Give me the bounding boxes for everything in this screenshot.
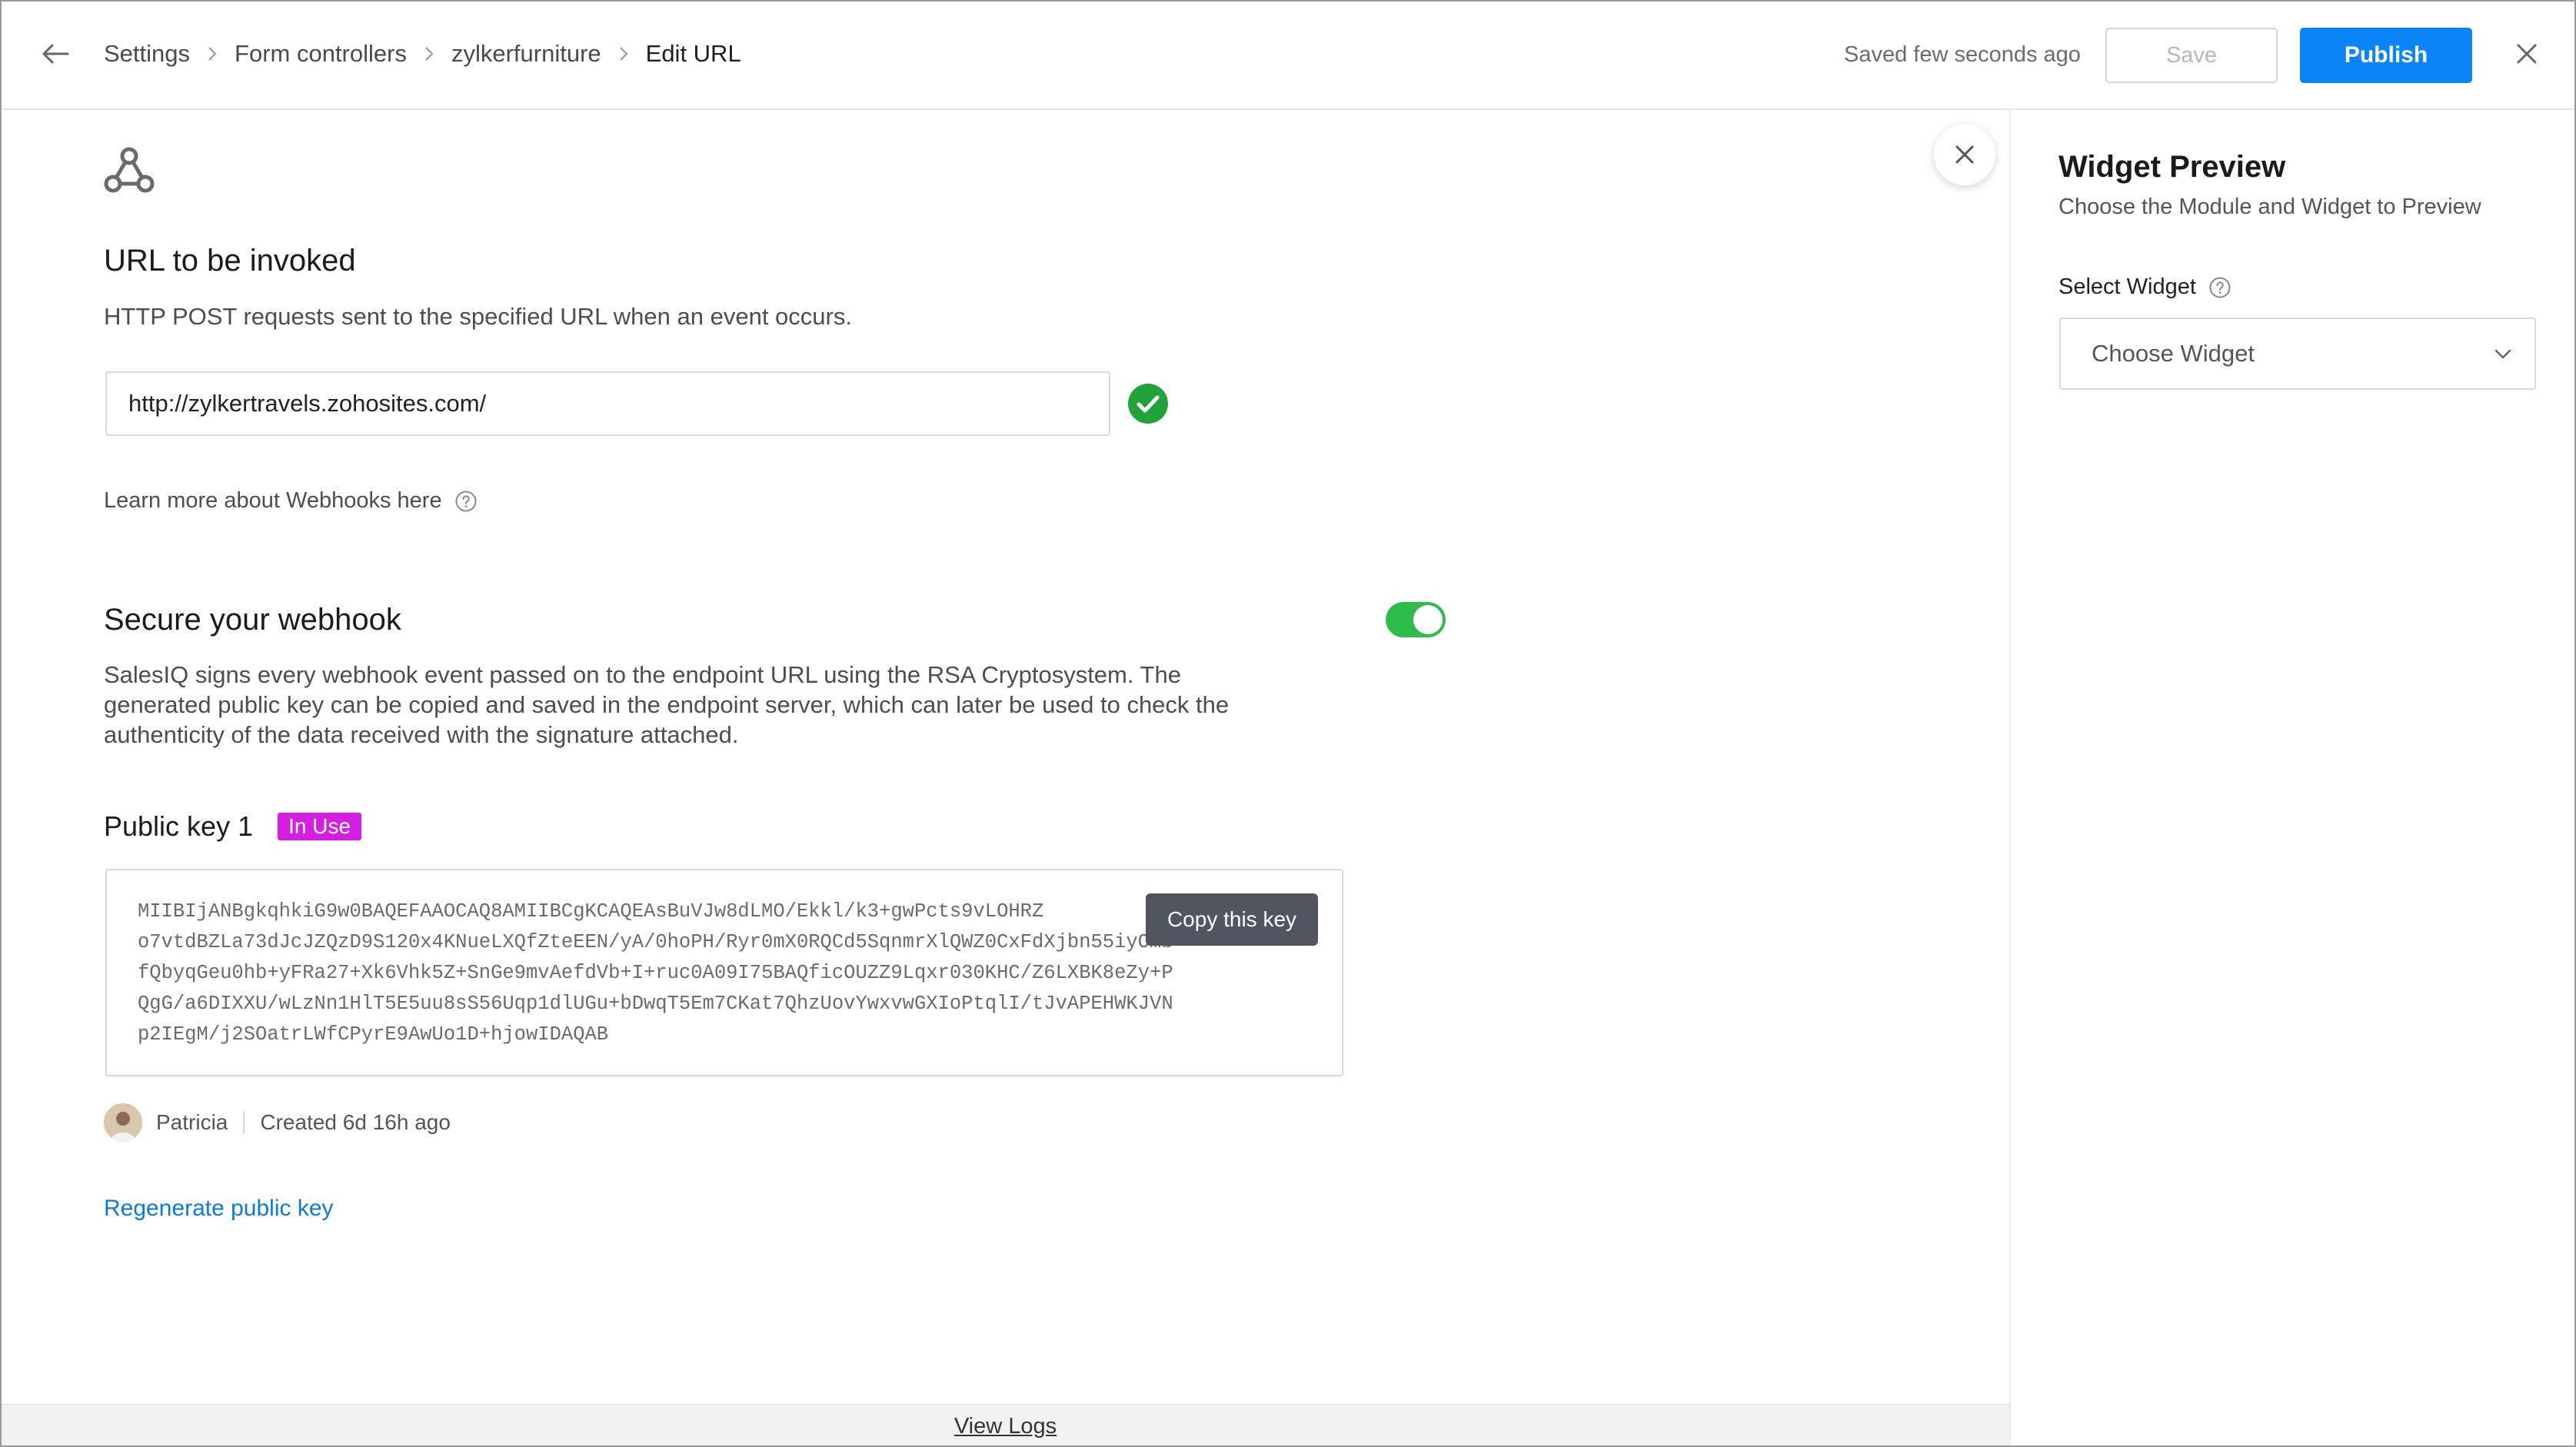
widget-preview-panel: Widget Preview Choose the Module and Wid… <box>2009 110 2574 1445</box>
preview-subtitle: Choose the Module and Widget to Preview <box>2058 195 2481 219</box>
regenerate-key-link[interactable]: Regenerate public key <box>104 1196 334 1222</box>
author-name: Patricia <box>156 1110 228 1134</box>
toggle-knob <box>1413 605 1443 634</box>
public-key-line: o7vtdBZLa73dJcJZQzD9S120x4KNueLXQfZteEEN… <box>138 931 1173 953</box>
select-widget-text: Select Widget <box>2058 274 2196 299</box>
breadcrumb-form-controllers[interactable]: Form controllers <box>235 40 407 68</box>
breadcrumb-zylkerfurniture[interactable]: zylkerfurniture <box>451 40 601 68</box>
public-key-line: fQbyqGeu0hb+yFRa27+Xk6Vhk5Z+SnGe9mvAefdV… <box>138 962 1173 984</box>
avatar <box>104 1103 142 1142</box>
learn-more-label: Learn more about Webhooks here <box>104 488 442 513</box>
created-time: Created 6d 16h ago <box>260 1110 451 1134</box>
public-key-line: MIIBIjANBgkqhkiG9w0BAQEFAAOCAQ8AMIIBCgKC… <box>138 900 1044 923</box>
secure-section-description: SalesIQ signs every webhook event passed… <box>104 661 1230 748</box>
publish-button[interactable]: Publish <box>2300 28 2472 83</box>
widget-select[interactable]: Choose Widget <box>2059 318 2536 390</box>
key-metadata: Patricia Created 6d 16h ago <box>104 1103 451 1142</box>
public-key-line: QgG/a6DIXXU/wLzNn1HlT5E5uu8sS56Uqp1dlUGu… <box>138 993 1173 1015</box>
learn-more-link[interactable]: Learn more about Webhooks here <box>104 488 478 514</box>
chevron-right-icon <box>424 45 434 62</box>
panel-close-button[interactable] <box>1934 124 1995 185</box>
webhook-icon <box>104 147 155 193</box>
url-section-description: HTTP POST requests sent to the specified… <box>104 303 852 330</box>
public-key-header: Public key 1 In Use <box>104 810 362 843</box>
close-icon <box>2517 44 2537 64</box>
back-arrow-icon <box>42 44 69 64</box>
chevron-down-icon <box>2494 349 2511 359</box>
preview-title: Widget Preview <box>2058 150 2286 184</box>
close-button[interactable] <box>2510 37 2544 71</box>
chevron-right-icon <box>207 45 218 62</box>
secure-webhook-toggle[interactable] <box>1386 602 1446 637</box>
save-button[interactable]: Save <box>2105 28 2278 83</box>
copy-key-tooltip[interactable]: Copy this key <box>1146 893 1318 946</box>
secure-section-title: Secure your webhook <box>104 603 401 637</box>
view-logs-link[interactable]: View Logs <box>954 1414 1057 1439</box>
public-key-title: Public key 1 <box>104 810 254 842</box>
public-key-line: p2IEgM/j2SOatrLWfCPyrE9AwUo1D+hjowIDAQAB <box>138 1023 609 1046</box>
back-button[interactable] <box>38 37 72 71</box>
chevron-right-icon <box>618 45 629 62</box>
help-circle-icon[interactable] <box>2208 276 2232 299</box>
breadcrumb: Settings Form controllers zylkerfurnitur… <box>104 40 741 68</box>
select-widget-label: Select Widget <box>2058 274 2232 300</box>
main-content: URL to be invoked HTTP POST requests sen… <box>2 110 2009 1404</box>
saved-status: Saved few seconds ago <box>1844 42 2081 67</box>
url-section-title: URL to be invoked <box>104 244 356 278</box>
in-use-badge: In Use <box>278 813 362 840</box>
widget-select-value: Choose Widget <box>2092 340 2255 367</box>
help-circle-icon[interactable] <box>454 490 478 513</box>
meta-divider <box>243 1111 245 1134</box>
webhook-url-input[interactable] <box>105 371 1110 436</box>
footer-bar: View Logs <box>2 1404 2009 1445</box>
breadcrumb-current: Edit URL <box>645 40 741 67</box>
close-icon <box>1955 145 1974 164</box>
app-window: Settings Form controllers zylkerfurnitur… <box>0 0 2576 1447</box>
header-bar: Settings Form controllers zylkerfurnitur… <box>2 2 2574 110</box>
breadcrumb-settings[interactable]: Settings <box>104 40 190 68</box>
check-circle-icon <box>1128 384 1168 424</box>
